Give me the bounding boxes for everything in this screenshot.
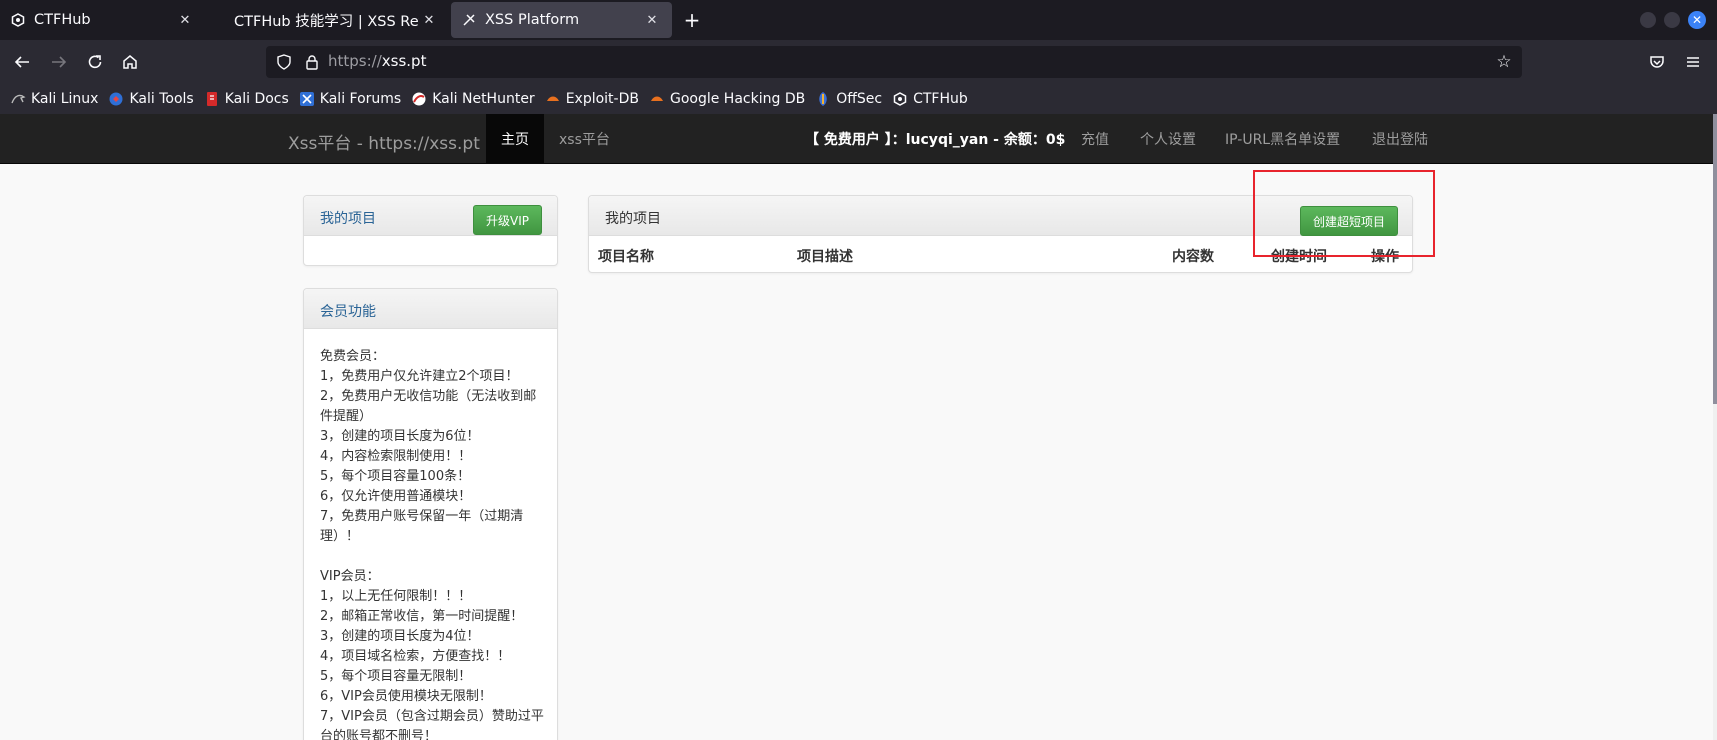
tab-ctfhub[interactable]: CTFHub ✕ — [0, 2, 205, 38]
vip-item: 5，每个项目容量无限制！ — [320, 669, 472, 684]
column-header-project-description[interactable]: 项目描述 — [797, 246, 853, 266]
nav-home[interactable]: 主页 — [486, 114, 544, 164]
lock-icon[interactable] — [304, 54, 320, 70]
main-projects-title: 我的项目 — [605, 211, 661, 227]
user-info: 【 免费用户 】：lucyqi_yan - 余额：0$ — [805, 132, 1066, 148]
sidebar-projects-panel: 我的项目 升级VIP — [303, 195, 558, 266]
tracking-shield-icon[interactable] — [276, 54, 292, 70]
bookmark-kali-forums[interactable]: Kali Forums — [299, 91, 401, 107]
bookmark-exploit-db[interactable]: Exploit-DB — [545, 91, 639, 107]
site-brand[interactable]: Xss平台 - https://xss.pt — [288, 129, 480, 154]
reload-icon[interactable] — [83, 50, 107, 74]
xss-favicon-icon — [461, 12, 477, 28]
free-item: 7，免费用户账号保留一年（过期清理）！ — [320, 509, 524, 544]
bookmark-label: Kali NetHunter — [432, 91, 535, 107]
panel-heading: 会员功能 — [304, 289, 557, 329]
close-icon[interactable]: ✕ — [419, 10, 439, 30]
kali-forums-icon — [299, 91, 315, 107]
member-features-title[interactable]: 会员功能 — [320, 301, 376, 321]
window-close-button[interactable]: ✕ — [1688, 11, 1706, 29]
bookmark-label: OffSec — [836, 91, 883, 107]
back-arrow-icon[interactable] — [10, 50, 34, 74]
free-item: 4，内容检索限制使用！！ — [320, 449, 472, 464]
bookmark-offsec[interactable]: OffSec — [815, 91, 882, 107]
free-member-heading: 免费会员： — [320, 349, 386, 364]
bookmark-kali-linux[interactable]: Kali Linux — [10, 91, 98, 107]
url-host: xss.pt — [381, 52, 427, 70]
kali-tools-icon — [108, 91, 124, 107]
bookmark-star-icon[interactable]: ☆ — [1494, 52, 1514, 72]
bookmark-label: Kali Linux — [31, 91, 99, 107]
vip-item: 4，项目域名检索，方便查找！！ — [320, 649, 511, 664]
forward-arrow-icon[interactable] — [47, 50, 71, 74]
tab-title: CTFHub 技能学习 | XSS Reflec — [234, 13, 419, 30]
upgrade-vip-button[interactable]: 升级VIP — [473, 205, 542, 235]
free-item: 6，仅允许使用普通模块！ — [320, 489, 472, 504]
bookmark-ctfhub[interactable]: CTFHub — [892, 91, 968, 107]
minimize-button[interactable] — [1640, 12, 1656, 28]
bookmark-label: Kali Docs — [224, 91, 289, 107]
ctfhub-favicon-icon — [10, 12, 26, 28]
bookmark-label: Exploit-DB — [565, 91, 639, 107]
vip-item: 7，VIP会员（包含过期会员）赞助过平台的账号都不删号！ — [320, 709, 544, 740]
member-features-body: 免费会员： 1，免费用户仅允许建立2个项目！ 2，免费用户无收信功能（无法收到邮… — [320, 347, 544, 740]
free-item: 2，免费用户无收信功能（无法收到邮件提醒） — [320, 389, 537, 424]
browser-tab-strip: CTFHub ✕ CTFHub 技能学习 | XSS Reflec ✕ XSS … — [0, 0, 1717, 40]
tab-xss-platform[interactable]: XSS Platform ✕ — [451, 2, 672, 38]
panel-heading: 我的项目 升级VIP — [304, 196, 557, 236]
nav-ip-url-blacklist[interactable]: IP-URL黑名单设置 — [1210, 114, 1355, 164]
bookmark-label: Kali Forums — [319, 91, 402, 107]
bookmark-google-hacking-db[interactable]: Google Hacking DB — [649, 91, 805, 107]
hamburger-menu-icon[interactable] — [1681, 50, 1705, 74]
vip-member-heading: VIP会员： — [320, 569, 380, 584]
free-item: 5，每个项目容量100条！ — [320, 469, 471, 484]
ctfhub-icon — [892, 91, 908, 107]
column-header-project-name[interactable]: 项目名称 — [598, 246, 654, 266]
url-scheme: https:// — [328, 52, 382, 70]
new-tab-button[interactable]: + — [680, 8, 704, 32]
nav-personal-settings[interactable]: 个人设置 — [1125, 114, 1211, 164]
tab-ctfhub-xss[interactable]: CTFHub 技能学习 | XSS Reflec ✕ — [224, 2, 449, 38]
vip-item: 1，以上无任何限制！！！ — [320, 589, 472, 604]
bookmark-label: CTFHub — [913, 91, 968, 107]
bookmarks-toolbar: Kali Linux Kali Tools Kali Docs Kali For… — [0, 84, 1717, 114]
vip-item: 6，VIP会员使用模块无限制！ — [320, 689, 492, 704]
nav-logout[interactable]: 退出登陆 — [1357, 114, 1443, 164]
nav-recharge[interactable]: 充值 — [1066, 114, 1124, 164]
highlight-annotation-box — [1253, 170, 1435, 257]
scrollbar-thumb[interactable] — [1713, 114, 1717, 404]
page-scrollbar[interactable] — [1713, 114, 1717, 740]
vip-item: 3，创建的项目长度为4位！ — [320, 629, 480, 644]
member-features-panel: 会员功能 免费会员： 1，免费用户仅允许建立2个项目！ 2，免费用户无收信功能（… — [303, 288, 558, 740]
free-item: 3，创建的项目长度为6位！ — [320, 429, 480, 444]
close-icon[interactable]: ✕ — [175, 10, 195, 30]
sidebar-projects-title[interactable]: 我的项目 — [320, 208, 376, 228]
bookmark-kali-docs[interactable]: Kali Docs — [204, 91, 289, 107]
nav-xss-platform[interactable]: xss平台 — [544, 114, 625, 164]
vip-item: 2，邮箱正常收信，第一时间提醒！ — [320, 609, 524, 624]
tab-title: XSS Platform — [485, 12, 580, 28]
pocket-icon[interactable] — [1645, 50, 1669, 74]
maximize-button[interactable] — [1664, 12, 1680, 28]
close-icon[interactable]: ✕ — [642, 10, 662, 30]
bookmark-label: Google Hacking DB — [669, 91, 806, 107]
site-navbar: Xss平台 - https://xss.pt 主页 xss平台 【 免费用户 】… — [0, 114, 1713, 164]
ghdb-icon — [649, 91, 665, 107]
url-bar[interactable]: https://xss.pt ☆ — [266, 46, 1522, 78]
url-text[interactable]: https://xss.pt — [328, 52, 426, 70]
nethunter-icon — [411, 91, 427, 107]
kali-docs-icon — [204, 91, 220, 107]
home-icon[interactable] — [118, 50, 142, 74]
exploit-db-icon — [545, 91, 561, 107]
bookmark-label: Kali Tools — [129, 91, 194, 107]
tab-title: CTFHub — [34, 12, 91, 28]
bookmark-kali-tools[interactable]: Kali Tools — [108, 91, 194, 107]
free-item: 1，免费用户仅允许建立2个项目！ — [320, 369, 519, 384]
navigation-toolbar: https://xss.pt ☆ — [0, 40, 1717, 84]
kali-dragon-icon — [10, 91, 26, 107]
bookmark-kali-nethunter[interactable]: Kali NetHunter — [411, 91, 535, 107]
offsec-icon — [815, 91, 831, 107]
column-header-content-count[interactable]: 内容数 — [1172, 246, 1214, 266]
